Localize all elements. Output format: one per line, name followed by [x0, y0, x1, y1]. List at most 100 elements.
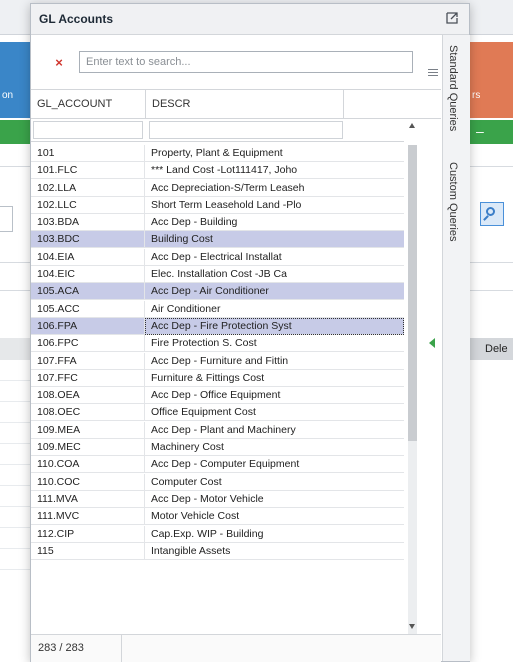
table-row[interactable]: 101 Property, Plant & Equipment: [31, 145, 404, 162]
app-green-bar-left: [0, 120, 30, 144]
table-row[interactable]: 106.FPC Fire Protection S. Cost: [31, 335, 404, 353]
cell-gl-account[interactable]: 101: [31, 145, 145, 162]
table-row[interactable]: 108.OEA Acc Dep - Office Equipment: [31, 387, 404, 405]
table-row[interactable]: 103.BDC Building Cost: [31, 231, 404, 249]
cell-descr[interactable]: Air Conditioner: [145, 301, 404, 318]
delete-button[interactable]: Dele: [468, 338, 513, 360]
cell-gl-account[interactable]: 101.FLC: [31, 162, 145, 180]
collapse-panel-icon[interactable]: [429, 338, 435, 348]
cell-gl-account[interactable]: 111.MVC: [31, 508, 145, 526]
table-row[interactable]: 101.FLC *** Land Cost -Lot111417, Joho: [31, 162, 404, 180]
table-row[interactable]: 109.MEA Acc Dep - Plant and Machinery: [31, 421, 404, 439]
cell-descr[interactable]: Acc Dep - Furniture and Fittin: [145, 353, 404, 370]
cell-descr[interactable]: Computer Cost: [145, 474, 404, 491]
app-green-bar-right[interactable]: –: [470, 120, 513, 144]
accounts-grid: GL_ACCOUNT DESCR 101 Property, Plant & Eq…: [31, 89, 441, 634]
cell-descr[interactable]: Furniture & Fittings Cost: [145, 370, 404, 387]
cell-gl-account[interactable]: 108.OEA: [31, 387, 145, 405]
table-row[interactable]: 106.FPA Acc Dep - Fire Protection Syst: [31, 317, 404, 335]
column-header-descr[interactable]: DESCR: [146, 90, 344, 118]
cell-gl-account[interactable]: 107.FFC: [31, 369, 145, 387]
app-tile-right[interactable]: rs: [470, 42, 513, 118]
app-tile-left[interactable]: on: [0, 42, 30, 118]
popout-icon[interactable]: [445, 11, 459, 25]
dialog-header: GL Accounts: [31, 4, 469, 35]
tab-standard-queries[interactable]: Standard Queries: [447, 45, 459, 131]
cell-descr[interactable]: Cap.Exp. WIP - Building: [145, 526, 404, 543]
cell-descr[interactable]: Office Equipment Cost: [145, 404, 404, 422]
table-row[interactable]: 111.MVA Acc Dep - Motor Vehicle: [31, 490, 404, 508]
cell-gl-account[interactable]: 109.MEC: [31, 439, 145, 457]
filter-gl-account[interactable]: [33, 121, 143, 139]
cell-descr[interactable]: Motor Vehicle Cost: [145, 508, 404, 526]
table-row[interactable]: 104.EIC Elec. Installation Cost -JB Ca: [31, 266, 404, 284]
cell-gl-account[interactable]: 111.MVA: [31, 490, 145, 508]
cell-gl-account[interactable]: 102.LLC: [31, 196, 145, 214]
cell-descr[interactable]: Building Cost: [145, 231, 404, 249]
table-row[interactable]: 109.MEC Machinery Cost: [31, 439, 404, 457]
cell-descr[interactable]: Acc Dep - Electrical Installat: [145, 249, 404, 266]
cell-descr[interactable]: *** Land Cost -Lot111417, Joho: [145, 162, 404, 180]
scroll-up-icon[interactable]: [409, 123, 415, 128]
cell-gl-account[interactable]: 103.BDC: [31, 231, 145, 249]
scroll-thumb[interactable]: [408, 145, 417, 441]
cell-gl-account[interactable]: 107.FFA: [31, 352, 145, 370]
column-header-gl-account[interactable]: GL_ACCOUNT: [31, 90, 146, 118]
cell-descr[interactable]: Fire Protection S. Cost: [145, 335, 404, 353]
table-row[interactable]: 112.CIP Cap.Exp. WIP - Building: [31, 525, 404, 543]
table-row[interactable]: 107.FFC Furniture & Fittings Cost: [31, 369, 404, 387]
table-row[interactable]: 108.OEC Office Equipment Cost: [31, 404, 404, 422]
table-row[interactable]: 105.ACC Air Conditioner: [31, 300, 404, 318]
table-row[interactable]: 102.LLC Short Term Leasehold Land -Plo: [31, 196, 404, 214]
table-row[interactable]: 107.FFA Acc Dep - Furniture and Fittin: [31, 352, 404, 370]
cell-descr[interactable]: Elec. Installation Cost -JB Ca: [145, 266, 404, 284]
cell-descr[interactable]: Acc Depreciation-S/Term Leaseh: [145, 180, 404, 197]
cell-descr[interactable]: Property, Plant & Equipment: [145, 145, 404, 162]
cell-gl-account[interactable]: 109.MEA: [31, 421, 145, 439]
cell-descr[interactable]: Acc Dep - Air Conditioner: [145, 283, 404, 301]
table-row[interactable]: 110.COC Computer Cost: [31, 473, 404, 491]
table-row[interactable]: 110.COA Acc Dep - Computer Equipment: [31, 456, 404, 474]
cell-descr[interactable]: Acc Dep - Motor Vehicle: [145, 491, 404, 508]
filter-descr[interactable]: [149, 121, 343, 139]
cell-gl-account[interactable]: 106.FPC: [31, 335, 145, 353]
cell-gl-account[interactable]: 104.EIA: [31, 248, 145, 266]
app-tile-right-label: rs: [472, 90, 481, 101]
app-grid-left: [0, 360, 30, 570]
cell-gl-account[interactable]: 108.OEC: [31, 404, 145, 422]
record-count: 283 / 283: [38, 642, 84, 654]
table-row[interactable]: 115 Intangible Assets: [31, 542, 404, 560]
search-box[interactable]: [79, 51, 413, 73]
app-input-left[interactable]: [0, 206, 13, 232]
cell-gl-account[interactable]: 104.EIC: [31, 266, 145, 284]
scroll-down-icon[interactable]: [409, 624, 415, 629]
table-row[interactable]: 103.BDA Acc Dep - Building: [31, 214, 404, 232]
cell-descr[interactable]: Acc Dep - Computer Equipment: [145, 456, 404, 474]
cell-gl-account[interactable]: 110.COC: [31, 473, 145, 491]
cell-gl-account[interactable]: 115: [31, 542, 145, 560]
cell-gl-account[interactable]: 103.BDA: [31, 214, 145, 232]
tab-custom-queries[interactable]: Custom Queries: [447, 162, 459, 241]
dialog-title: GL Accounts: [39, 12, 114, 26]
cell-descr[interactable]: Acc Dep - Plant and Machinery: [145, 422, 404, 439]
cell-descr[interactable]: Intangible Assets: [145, 543, 404, 560]
table-row[interactable]: 105.ACA Acc Dep - Air Conditioner: [31, 283, 404, 301]
table-row[interactable]: 102.LLA Acc Depreciation-S/Term Leaseh: [31, 179, 404, 197]
search-input[interactable]: [80, 52, 412, 72]
cell-descr[interactable]: Acc Dep - Fire Protection Syst: [145, 317, 404, 335]
cell-gl-account[interactable]: 110.COA: [31, 456, 145, 474]
cell-descr[interactable]: Short Term Leasehold Land -Plo: [145, 197, 404, 214]
cell-gl-account[interactable]: 102.LLA: [31, 179, 145, 197]
table-row[interactable]: 111.MVC Motor Vehicle Cost: [31, 508, 404, 526]
clear-search-icon[interactable]: ×: [52, 55, 66, 70]
menu-icon[interactable]: [428, 69, 438, 77]
table-row[interactable]: 104.EIA Acc Dep - Electrical Installat: [31, 248, 404, 266]
cell-gl-account[interactable]: 105.ACC: [31, 300, 145, 318]
cell-descr[interactable]: Machinery Cost: [145, 439, 404, 457]
lookup-search-button[interactable]: [480, 202, 504, 226]
cell-descr[interactable]: Acc Dep - Office Equipment: [145, 387, 404, 405]
cell-gl-account[interactable]: 106.FPA: [31, 317, 145, 335]
cell-descr[interactable]: Acc Dep - Building: [145, 214, 404, 232]
cell-gl-account[interactable]: 105.ACA: [31, 283, 145, 301]
cell-gl-account[interactable]: 112.CIP: [31, 525, 145, 543]
